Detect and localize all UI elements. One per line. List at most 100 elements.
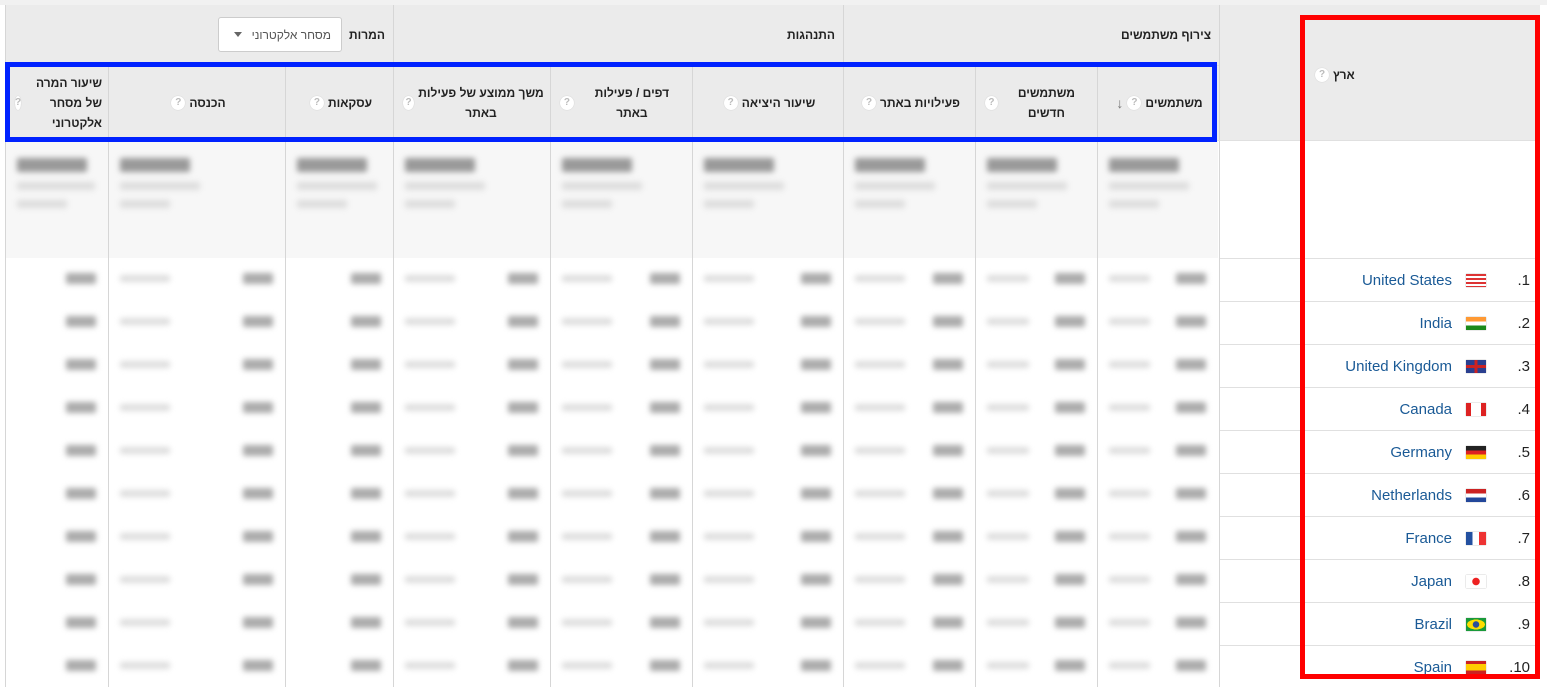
blurred-value	[66, 316, 96, 327]
blurred-value	[1176, 574, 1206, 585]
blurred-value	[650, 617, 680, 628]
blurred-value	[1176, 402, 1206, 413]
dropdown-value: מסחר אלקטרוני	[251, 27, 331, 42]
blurred-percent	[120, 447, 170, 454]
blurred-total	[120, 158, 190, 172]
blurred-value	[801, 574, 831, 585]
blurred-total	[405, 158, 475, 172]
blurred-percent	[1109, 318, 1150, 325]
blurred-percent	[562, 318, 612, 325]
blurred-value	[650, 488, 680, 499]
blurred-value	[650, 273, 680, 284]
blurred-percent	[562, 533, 612, 540]
conversions-dropdown[interactable]: מסחר אלקטרוני	[218, 17, 342, 52]
blurred-percent	[987, 533, 1029, 540]
blurred-total-sub	[297, 200, 347, 208]
blurred-value	[1055, 488, 1085, 499]
blurred-total-sub	[855, 182, 935, 190]
blurred-percent	[987, 490, 1029, 497]
blurred-percent	[855, 662, 905, 669]
blurred-value	[1176, 531, 1206, 542]
blurred-value	[66, 273, 96, 284]
blurred-value	[243, 273, 273, 284]
blurred-percent	[120, 490, 170, 497]
blurred-percent	[562, 361, 612, 368]
blurred-value	[66, 660, 96, 671]
blurred-percent	[704, 447, 754, 454]
blurred-value	[801, 617, 831, 628]
blurred-total-sub	[120, 200, 170, 208]
blurred-value	[508, 660, 538, 671]
blurred-value	[933, 488, 963, 499]
blurred-value	[1176, 359, 1206, 370]
blurred-percent	[987, 662, 1029, 669]
blurred-value	[650, 660, 680, 671]
blurred-total	[855, 158, 925, 172]
blurred-percent	[562, 404, 612, 411]
blurred-percent	[855, 275, 905, 282]
blurred-value	[1055, 273, 1085, 284]
blurred-value	[66, 445, 96, 456]
column-divider	[108, 65, 109, 687]
blurred-value	[243, 531, 273, 542]
blurred-percent	[704, 361, 754, 368]
blurred-value	[243, 617, 273, 628]
blurred-value	[1055, 402, 1085, 413]
blurred-value	[351, 488, 381, 499]
blurred-value	[650, 531, 680, 542]
blurred-value	[66, 402, 96, 413]
column-divider	[285, 65, 286, 687]
blurred-value	[1055, 617, 1085, 628]
blurred-percent	[704, 662, 754, 669]
blurred-value	[243, 316, 273, 327]
blurred-total-sub	[1109, 182, 1189, 190]
blurred-value	[1055, 359, 1085, 370]
blurred-value	[801, 273, 831, 284]
blurred-value	[650, 574, 680, 585]
blurred-value	[508, 445, 538, 456]
blurred-total-sub	[297, 182, 377, 190]
blurred-percent	[405, 490, 455, 497]
blurred-value	[66, 488, 96, 499]
blurred-value	[933, 359, 963, 370]
blurred-total	[704, 158, 774, 172]
blurred-percent	[1109, 275, 1150, 282]
blurred-percent	[855, 576, 905, 583]
blurred-percent	[405, 404, 455, 411]
blurred-percent	[704, 490, 754, 497]
blurred-percent	[987, 361, 1029, 368]
blurred-value	[933, 316, 963, 327]
blurred-value	[351, 273, 381, 284]
blurred-percent	[855, 619, 905, 626]
blurred-value	[508, 617, 538, 628]
blurred-value	[508, 402, 538, 413]
group-behavior: התנהגות	[787, 28, 835, 42]
column-divider	[975, 65, 976, 687]
blurred-total-sub	[405, 200, 455, 208]
blurred-total	[987, 158, 1057, 172]
blurred-percent	[1109, 490, 1150, 497]
blurred-percent	[1109, 662, 1150, 669]
blurred-total-sub	[562, 200, 612, 208]
blurred-percent	[987, 275, 1029, 282]
blurred-percent	[704, 576, 754, 583]
blurred-value	[351, 617, 381, 628]
blurred-value	[66, 617, 96, 628]
blurred-value	[801, 660, 831, 671]
blurred-total-sub	[987, 182, 1067, 190]
blurred-percent	[120, 404, 170, 411]
blurred-value	[243, 574, 273, 585]
blurred-value	[508, 531, 538, 542]
blurred-value	[66, 574, 96, 585]
blurred-value	[508, 574, 538, 585]
blurred-value	[933, 660, 963, 671]
blurred-total-sub	[855, 200, 905, 208]
blurred-percent	[405, 662, 455, 669]
blurred-value	[66, 531, 96, 542]
highlight-dimension-box	[1300, 15, 1540, 679]
blurred-total-sub	[120, 182, 200, 190]
group-conversions: המרות	[349, 28, 385, 42]
blurred-percent	[987, 619, 1029, 626]
column-divider	[1097, 65, 1098, 687]
blurred-value	[1176, 316, 1206, 327]
